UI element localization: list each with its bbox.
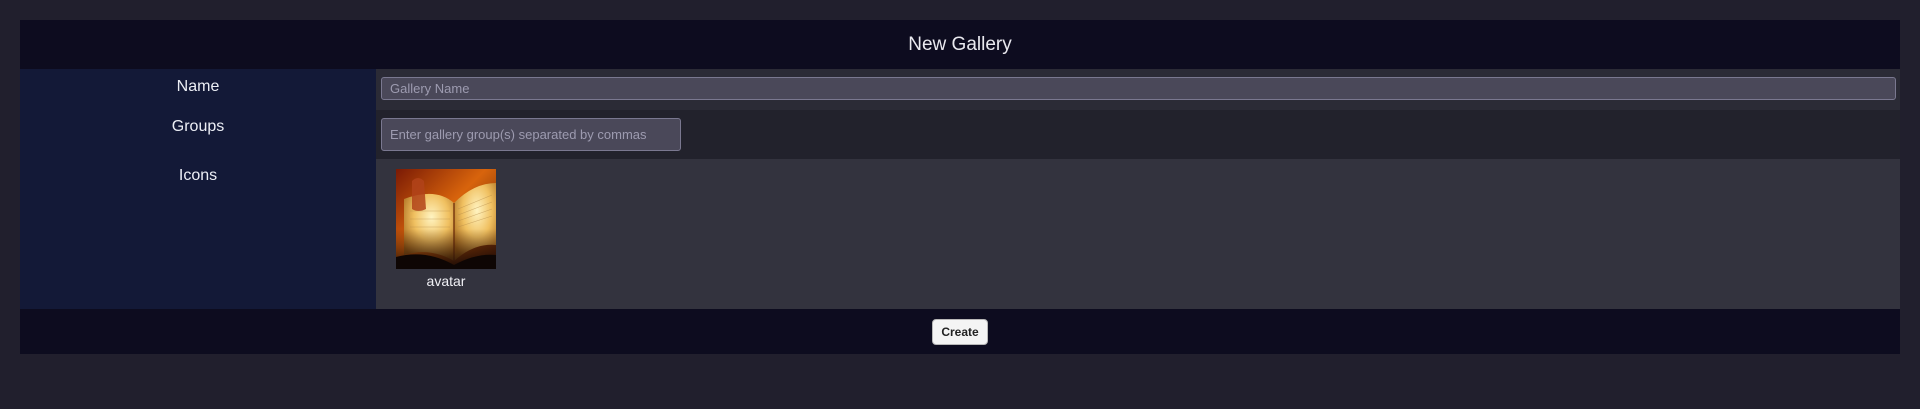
gallery-name-input[interactable] (381, 77, 1896, 100)
label-column: Name Groups Icons (20, 69, 376, 309)
panel-header: New Gallery (20, 20, 1900, 69)
icon-option-avatar[interactable]: avatar (396, 169, 496, 289)
gallery-groups-input[interactable] (381, 118, 681, 151)
create-button[interactable]: Create (932, 318, 988, 345)
icon-caption: avatar (426, 273, 466, 289)
new-gallery-panel: New Gallery Name Groups Icons Gallery Na… (20, 20, 1900, 354)
groups-row (376, 110, 1900, 159)
icons-row: avatar (376, 159, 1900, 309)
icons-label: Icons (178, 167, 218, 184)
page-title: New Gallery (908, 33, 1012, 55)
open-book-icon (396, 169, 496, 269)
groups-label: Groups (171, 118, 225, 135)
panel-footer: Create (20, 309, 1900, 354)
gallery-form: Name Groups Icons Gallery Name Enter gal… (20, 69, 1900, 309)
name-label: Name (176, 78, 220, 95)
name-row (376, 69, 1900, 110)
